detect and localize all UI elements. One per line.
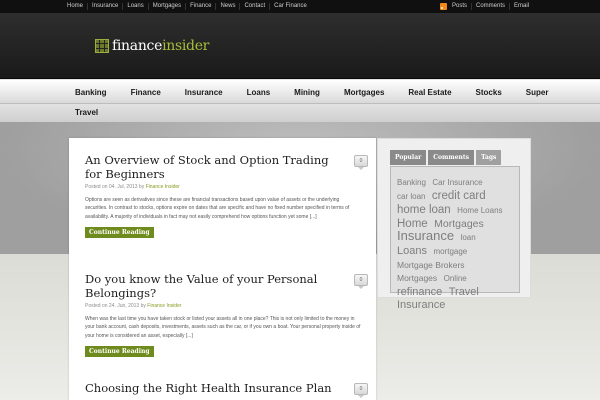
main-nav-row-2: Travel <box>0 104 600 122</box>
post-meta: Posted on 04. Jul, 2013 by Finance Insid… <box>85 184 180 190</box>
site-header: financeinsider <box>0 13 600 79</box>
post-excerpt: Options are seen as derivatives since th… <box>85 197 350 220</box>
tag-link[interactable]: credit card <box>432 190 486 202</box>
topnav-car-finance[interactable]: Car Finance <box>269 3 311 10</box>
tag-link[interactable]: Banking <box>397 178 426 187</box>
comment-count-bubble[interactable]: 0 <box>354 155 368 170</box>
post-author[interactable]: Finance Insider <box>147 303 181 309</box>
tag-link[interactable]: Mortgages <box>397 273 437 283</box>
comment-count-bubble[interactable]: 0 <box>354 383 368 398</box>
tab-comments[interactable]: Comments <box>428 150 475 165</box>
nav-loans[interactable]: Loans <box>235 88 283 97</box>
tag-link[interactable]: home loan <box>397 204 451 216</box>
nav-stocks[interactable]: Stocks <box>464 88 514 97</box>
post-title[interactable]: An Overview of Stock and Option Trading … <box>85 153 340 181</box>
top-bar: Home Insurance Loans Mortgages Finance N… <box>0 0 600 13</box>
nav-real-estate[interactable]: Real Estate <box>396 88 463 97</box>
topnav-loans[interactable]: Loans <box>122 3 147 10</box>
tag-link[interactable]: Insurance <box>397 228 454 243</box>
tag-link[interactable]: Home Loans <box>457 206 502 215</box>
post-item: Do you know the Value of your Personal B… <box>85 272 368 358</box>
tag-link[interactable]: refinance <box>397 286 442 298</box>
tag-cloud: Banking Car Insurance car loan credit ca… <box>390 166 520 311</box>
topnav-home[interactable]: Home <box>63 3 87 10</box>
tag-link[interactable]: car loan <box>397 192 425 201</box>
tag-link[interactable]: Car Insurance <box>432 178 482 187</box>
topnav-finance[interactable]: Finance <box>185 3 215 10</box>
post-item: An Overview of Stock and Option Trading … <box>85 153 368 239</box>
site-logo[interactable]: financeinsider <box>95 38 209 54</box>
nav-mining[interactable]: Mining <box>282 88 332 97</box>
nav-insurance[interactable]: Insurance <box>173 88 235 97</box>
tag-link[interactable]: Insurance <box>397 299 445 311</box>
feed-nav: Posts Comments Email <box>440 0 533 13</box>
post-item: Choosing the Right Health Insurance Plan… <box>85 381 368 398</box>
nav-mortgages[interactable]: Mortgages <box>332 88 396 97</box>
logo-text: financeinsider <box>112 38 210 54</box>
post-title[interactable]: Choosing the Right Health Insurance Plan <box>85 381 340 395</box>
tag-link[interactable]: Travel <box>449 286 479 298</box>
nav-finance[interactable]: Finance <box>119 88 173 97</box>
comments-feed-link[interactable]: Comments <box>471 3 509 10</box>
comment-count-bubble[interactable]: 0 <box>354 274 368 289</box>
rss-icon[interactable] <box>440 3 447 10</box>
post-title[interactable]: Do you know the Value of your Personal B… <box>85 272 340 300</box>
topnav-contact[interactable]: Contact <box>239 3 269 10</box>
continue-reading-button[interactable]: Continue Reading <box>85 226 154 238</box>
post-meta: Posted on 24. Jun, 2013 by Finance Insid… <box>85 303 182 309</box>
nav-super[interactable]: Super <box>514 88 561 97</box>
topnav-insurance[interactable]: Insurance <box>87 3 122 10</box>
grid-logo-icon <box>95 39 109 53</box>
topnav-mortgages[interactable]: Mortgages <box>147 3 185 10</box>
topnav-news[interactable]: News <box>215 3 239 10</box>
posts-feed-link[interactable]: Posts <box>450 3 471 10</box>
nav-banking[interactable]: Banking <box>63 88 119 97</box>
nav-travel[interactable]: Travel <box>75 108 98 117</box>
main-nav: Banking Finance Insurance Loans Mining M… <box>0 80 600 104</box>
sidebar-tabs: Popular Comments Tags <box>390 150 503 165</box>
tag-link[interactable]: Online <box>444 274 467 283</box>
tag-link[interactable]: Loans <box>397 245 427 257</box>
sidebar-widget: Popular Comments Tags Banking Car Insura… <box>377 138 531 311</box>
tab-popular[interactable]: Popular <box>390 150 427 165</box>
tab-tags[interactable]: Tags <box>476 150 502 165</box>
top-nav: Home Insurance Loans Mortgages Finance N… <box>63 0 311 13</box>
tag-link[interactable]: loan <box>461 233 476 242</box>
post-author[interactable]: Finance Insider <box>146 184 180 190</box>
tag-link[interactable]: Mortgage Brokers <box>397 260 465 270</box>
email-feed-link[interactable]: Email <box>509 3 533 10</box>
post-list: An Overview of Stock and Option Trading … <box>69 138 376 400</box>
continue-reading-button[interactable]: Continue Reading <box>85 345 154 357</box>
post-excerpt: When was the last time you have taken st… <box>85 316 361 339</box>
tag-link[interactable]: mortgage <box>433 247 467 256</box>
